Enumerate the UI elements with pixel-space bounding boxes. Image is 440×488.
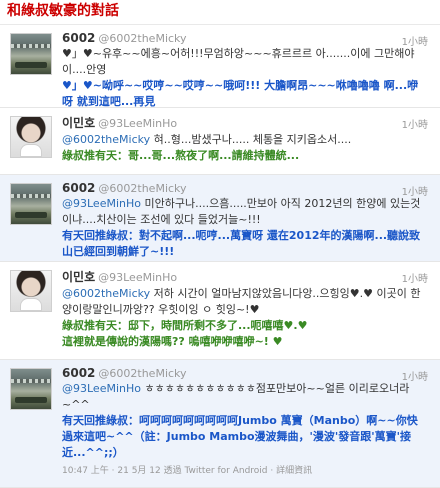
mention-link[interactable]: @6002theMicky [62, 287, 150, 300]
tweet-text: @6002theMicky 혀..형...밤샜구나..... 체통을 지키옵소서… [62, 132, 428, 148]
page-title: 和綠叔敏豪的對話 [0, 0, 440, 25]
tweet-text: @6002theMicky 저하 시간이 얼마남지않았음니다앙..으힝잉♥.♥ … [62, 286, 428, 318]
avatar-6002[interactable] [10, 33, 52, 75]
avatar-6002[interactable] [10, 368, 52, 410]
tweet-translation: ♥」♥~呦呼~~哎哼~~哎哼~~哦呵!!! 大膽啊昂~~~咻嚕嚕嚕 啊...咿呀… [62, 79, 419, 108]
author-name[interactable]: 이민호 [62, 270, 95, 284]
author-handle[interactable]: @93LeeMinHo [98, 271, 177, 284]
avatar-leeminho[interactable] [10, 270, 52, 312]
tweet-item[interactable]: 1小時 6002 @6002theMicky @93LeeMinHo ㅎㅎㅎㅎㅎㅎ… [0, 360, 440, 488]
tweet-text: ♥」♥~유후~~에흥~어허!!!무엄하앙~~~휴르르르 아.......이에 그… [62, 47, 415, 76]
tweet-author[interactable]: 6002 @6002theMicky [62, 366, 428, 380]
author-handle[interactable]: @6002theMicky [98, 182, 186, 195]
tweet-translation: 綠叔推有天：哥...哥...熬夜了啊...請維持體統... [62, 149, 300, 162]
tweet-translation: 綠叔推有天：邸下，時間所剩不多了...呃嘻嘻♥.♥ [62, 319, 308, 332]
tweet-author[interactable]: 이민호 @93LeeMinHo [62, 114, 428, 131]
tweet-author[interactable]: 이민호 @93LeeMinHo [62, 268, 428, 285]
tweet-text: @93LeeMinHo ㅎㅎㅎㅎㅎㅎㅎㅎㅎㅎㅎ점포만보아~~얼른 이리로오너라~… [62, 381, 428, 413]
author-handle[interactable]: @93LeeMinHo [98, 117, 177, 130]
avatar-6002[interactable] [10, 183, 52, 225]
conversation-feed: 1小時 6002 @6002theMicky ♥」♥~유후~~에흥~어허!!!무엄… [0, 25, 440, 488]
tweet-text: @93LeeMinHo 미안하구나....으흠.....만보아 아직 2012년… [62, 196, 428, 228]
author-name[interactable]: 6002 [62, 181, 95, 195]
mention-link[interactable]: @93LeeMinHo [62, 382, 141, 395]
tweet-item[interactable]: 1小時 이민호 @93LeeMinHo @6002theMicky 저하 시간이 … [0, 262, 440, 360]
author-name[interactable]: 6002 [62, 31, 95, 45]
author-name[interactable]: 이민호 [62, 116, 95, 130]
tweet-translation: 有天回推綠叔：對不起啊...呃哼...萬寶呀 還在2012年的漢陽啊...聽說致… [62, 229, 421, 258]
tweet-item[interactable]: 1小時 이민호 @93LeeMinHo @6002theMicky 혀..형...… [0, 108, 440, 175]
mention-link[interactable]: @6002theMicky [62, 133, 150, 146]
tweet-translation-2: 這裡就是傳說的漢陽嗎?? 嗚嘻咿咿嘻咿~! ♥ [62, 335, 283, 348]
tweet-item[interactable]: 1小時 6002 @6002theMicky @93LeeMinHo 미안하구나.… [0, 175, 440, 262]
author-handle[interactable]: @6002theMicky [98, 367, 186, 380]
tweet-translation: 有天回推綠叔：呵呵呵呵呵呵呵呵呵Jumbo 萬寶（Manbo）啊~~你快過來這吧… [62, 414, 418, 459]
tweet-item[interactable]: 1小時 6002 @6002theMicky ♥」♥~유후~~에흥~어허!!!무엄… [0, 25, 440, 108]
avatar-leeminho[interactable] [10, 116, 52, 158]
mention-link[interactable]: @93LeeMinHo [62, 197, 141, 210]
tweet-author[interactable]: 6002 @6002theMicky [62, 31, 428, 45]
author-name[interactable]: 6002 [62, 366, 95, 380]
tweet-meta[interactable]: 10:47 上午 · 21 5月 12 透過 Twitter for Andro… [62, 463, 428, 476]
author-handle[interactable]: @6002theMicky [98, 32, 186, 45]
tweet-body: 혀..형...밤샜구나..... 체통을 지키옵소서.... [153, 133, 352, 146]
tweet-author[interactable]: 6002 @6002theMicky [62, 181, 428, 195]
